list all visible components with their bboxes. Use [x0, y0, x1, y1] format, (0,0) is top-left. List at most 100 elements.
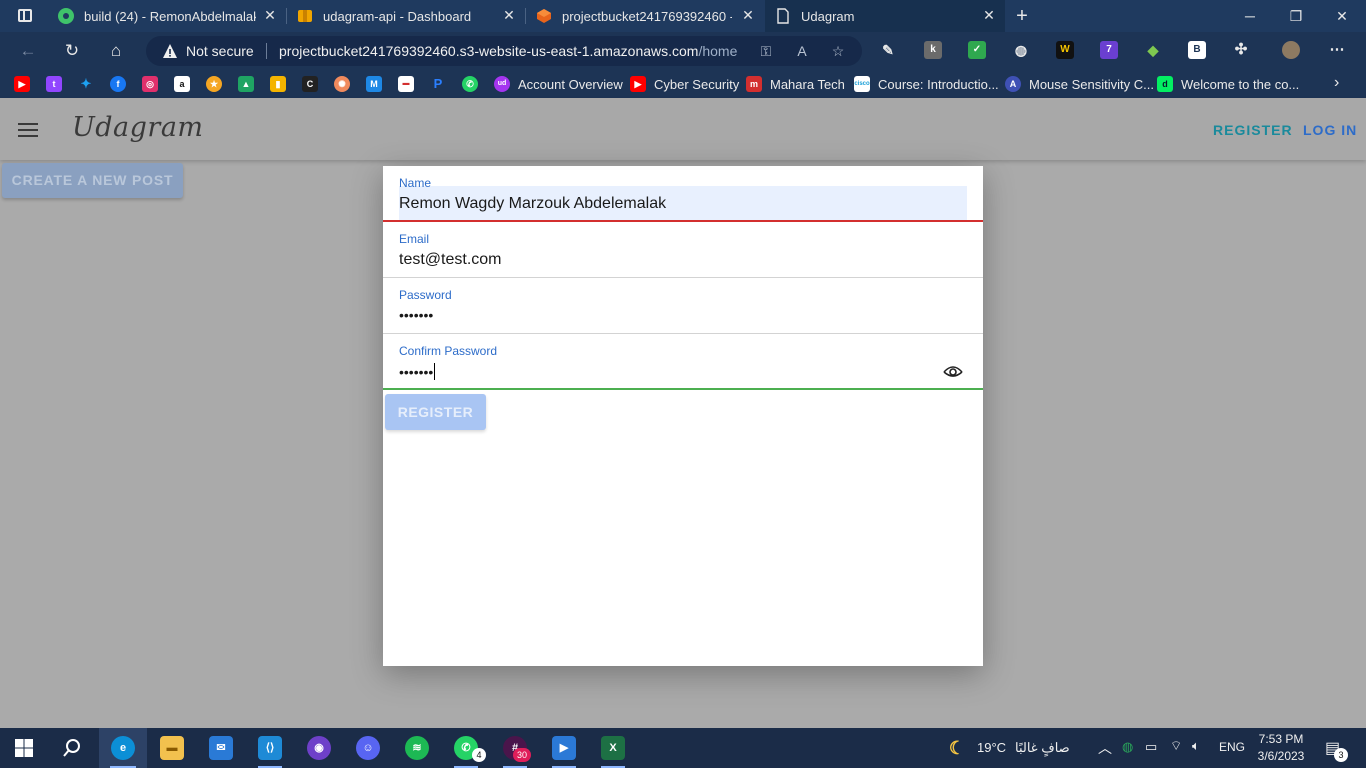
tab-title: udagram-api - Dashboard — [323, 9, 472, 24]
amazon-bookmark-icon[interactable]: a — [174, 76, 190, 92]
file-explorer-icon[interactable]: ▬ — [160, 736, 184, 760]
edge-icon[interactable]: e — [111, 736, 135, 760]
restore-button[interactable]: ❐ — [1285, 5, 1307, 27]
extension-b-icon[interactable]: B — [1188, 41, 1206, 59]
twitch-bookmark-icon[interactable]: t — [46, 76, 62, 92]
close-tab-icon[interactable]: ✕ — [981, 7, 997, 23]
vscode-icon[interactable]: ⟨⟩ — [258, 736, 282, 760]
create-post-button[interactable]: CREATE A NEW POST — [2, 163, 183, 198]
confirm-password-input[interactable]: ••••••• — [399, 363, 436, 380]
udemy-icon[interactable]: ud — [494, 76, 510, 92]
extension-badge-icon[interactable]: 7 — [1100, 41, 1118, 59]
close-tab-icon[interactable]: ✕ — [740, 7, 756, 23]
bookmark-course-introduction[interactable]: Course: Introductio... — [878, 77, 999, 92]
windows-start-icon[interactable] — [12, 736, 36, 760]
weather-temperature[interactable]: 19°C — [977, 740, 1006, 755]
hackerrank-bookmark-icon[interactable]: ▬ — [398, 76, 414, 92]
home-button[interactable]: ⌂ — [105, 40, 127, 62]
chevron-right-icon[interactable]: › — [1334, 74, 1339, 92]
video-player-icon[interactable]: ▶ — [552, 736, 576, 760]
instagram-bookmark-icon[interactable]: ◎ — [142, 76, 158, 92]
claude-bookmark-icon[interactable]: ✺ — [334, 76, 350, 92]
m-bookmark-icon[interactable]: M — [366, 76, 382, 92]
login-link[interactable]: LOG IN — [1303, 122, 1357, 138]
bookmark-welcome[interactable]: Welcome to the co... — [1181, 77, 1299, 92]
eye-icon[interactable] — [942, 363, 964, 379]
close-tab-icon[interactable]: ✕ — [501, 7, 517, 23]
bookmark-account-overview[interactable]: Account Overview — [518, 77, 623, 92]
excel-icon[interactable]: X — [601, 736, 625, 760]
shield-extension-icon[interactable]: ✓ — [968, 41, 986, 59]
mahara-icon[interactable]: m — [746, 76, 762, 92]
mail-icon[interactable]: ✉ — [209, 736, 233, 760]
coursera-bookmark-icon[interactable]: C — [302, 76, 318, 92]
volume-icon[interactable]: 🔈︎ — [1192, 738, 1200, 754]
colorful-extension-icon[interactable]: ◆ — [1144, 41, 1162, 59]
github-desktop-icon[interactable]: ◉ — [307, 736, 331, 760]
bookmark-mouse-sensitivity[interactable]: Mouse Sensitivity C... — [1029, 77, 1154, 92]
extensions-puzzle-icon[interactable]: ✣ — [1232, 41, 1250, 59]
sensitivity-icon[interactable]: A — [1005, 76, 1021, 92]
password-field[interactable]: Password ••••••• — [383, 278, 983, 334]
browser-tab-2[interactable]: udagram-api - Dashboard ✕ — [287, 0, 525, 32]
close-window-button[interactable]: ✕ — [1331, 5, 1353, 27]
youtube-icon[interactable]: ▶ — [630, 76, 646, 92]
chevron-up-icon[interactable]: ︿ — [1098, 738, 1112, 758]
language-indicator[interactable]: ENG — [1219, 740, 1245, 754]
pen-extension-icon[interactable]: ✎ — [879, 41, 897, 59]
name-label: Name — [399, 176, 432, 190]
bookmark-cyber-security[interactable]: Cyber Security — [654, 77, 739, 92]
search-icon[interactable] — [60, 736, 84, 760]
tab-actions-button[interactable] — [8, 6, 40, 26]
battery-icon[interactable]: ▭ — [1145, 739, 1157, 755]
browser-tab-3[interactable]: projectbucket241769392460 - S3 ✕ — [526, 0, 764, 32]
weather-description[interactable]: صافٍ غالبًا — [1015, 740, 1070, 756]
analytics-bookmark-icon[interactable]: ▮ — [270, 76, 286, 92]
security-status[interactable]: Not secure — [186, 43, 254, 59]
password-label: Password — [399, 288, 452, 302]
refresh-button[interactable]: ↻ — [61, 40, 83, 62]
close-tab-icon[interactable]: ✕ — [262, 7, 278, 23]
bookmark-mahara-tech[interactable]: Mahara Tech — [770, 77, 845, 92]
email-field[interactable]: Email test@test.com — [383, 222, 983, 278]
star-bookmark-icon[interactable]: ★ — [206, 76, 222, 92]
extension-k-icon[interactable]: k — [924, 41, 942, 59]
confirm-password-field[interactable]: Confirm Password ••••••• — [383, 334, 983, 390]
name-input[interactable]: Remon Wagdy Marzouk Abdelemalak — [399, 195, 666, 213]
tray-app-icon[interactable]: ◍ — [1122, 739, 1133, 755]
browser-tab-1[interactable]: build (24) - RemonAbdelmalak/n ✕ — [48, 0, 286, 32]
register-link[interactable]: REGISTER — [1213, 122, 1293, 138]
read-aloud-icon[interactable]: A — [792, 41, 812, 61]
youtube-bookmark-icon[interactable]: ▶ — [14, 76, 30, 92]
cisco-icon[interactable]: cisco — [854, 76, 870, 92]
app-brand[interactable]: Udagram — [72, 112, 204, 143]
more-menu-icon[interactable]: ⋯ — [1328, 41, 1346, 59]
new-tab-button[interactable]: + — [1011, 5, 1033, 27]
back-button[interactable]: ← — [17, 40, 39, 62]
facebook-bookmark-icon[interactable]: f — [110, 76, 126, 92]
minimize-button[interactable]: ─ — [1239, 5, 1261, 27]
url-text[interactable]: projectbucket241769392460.s3-website-us-… — [279, 43, 737, 59]
add-favorite-icon[interactable]: ☆ — [828, 41, 848, 61]
password-input[interactable]: ••••••• — [399, 307, 433, 323]
clock[interactable]: 7:53 PM 3/6/2023 — [1250, 731, 1312, 765]
spotify-icon[interactable]: ≋ — [405, 736, 429, 760]
whatsapp-bookmark-icon[interactable]: ✆ — [462, 76, 478, 92]
address-bar[interactable]: Not secure projectbucket241769392460.s3-… — [146, 36, 862, 66]
browser-tab-4-active[interactable]: Udagram ✕ — [765, 0, 1005, 32]
key-icon[interactable]: ⚿ — [756, 41, 776, 61]
drive-bookmark-icon[interactable]: ▲ — [238, 76, 254, 92]
register-submit-button[interactable]: REGISTER — [385, 394, 486, 430]
wappalyzer-icon[interactable]: W — [1056, 41, 1074, 59]
discord-icon[interactable]: ☺ — [356, 736, 380, 760]
menu-icon[interactable] — [18, 123, 38, 137]
twitter-bookmark-icon[interactable]: ✦ — [78, 76, 94, 92]
email-input[interactable]: test@test.com — [399, 251, 502, 269]
globe-extension-icon[interactable]: ◍ — [1012, 41, 1030, 59]
weather-moon-icon[interactable]: ☾ — [945, 736, 969, 760]
datacamp-icon[interactable]: d — [1157, 76, 1173, 92]
paypal-bookmark-icon[interactable]: P — [430, 76, 446, 92]
name-field[interactable]: Name Remon Wagdy Marzouk Abdelemalak — [383, 166, 983, 222]
wifi-icon[interactable]: ⌔ — [1170, 738, 1182, 754]
profile-avatar[interactable] — [1282, 41, 1300, 59]
